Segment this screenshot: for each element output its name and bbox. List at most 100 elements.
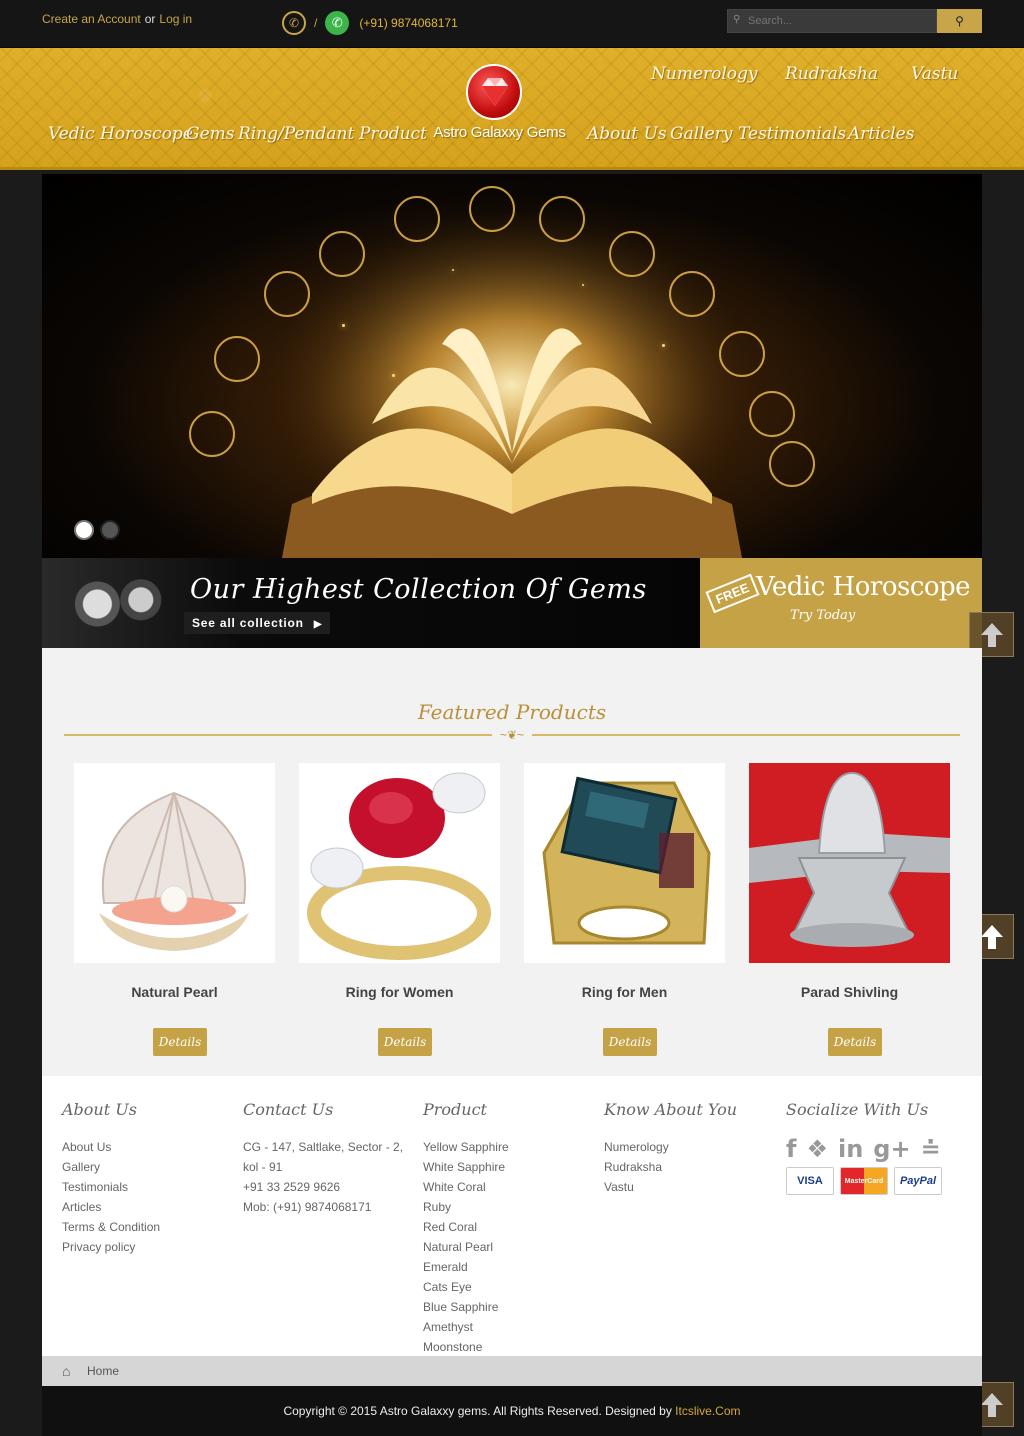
collection-title: Our Highest Collection Of Gems [190,574,647,605]
footer-link[interactable]: White Sapphire [423,1157,509,1177]
nav-vedic-horoscope[interactable]: Vedic Horoscope [48,124,193,144]
search-icon: ⚲ [955,14,964,28]
footer-link[interactable]: Gallery [62,1157,160,1177]
social-icons: f ❖ in g+ ≐ [786,1135,942,1163]
footer-link[interactable]: Rudraksha [604,1157,737,1177]
nav-numerology[interactable]: Numerology [651,64,758,84]
brand-logo[interactable]: Astro Galaxxy Gems [432,62,566,144]
product-name: Parad Shivling [800,984,899,1000]
breadcrumb-home[interactable]: Home [87,1364,119,1378]
details-button[interactable]: Details [603,1028,657,1056]
footer-link[interactable]: White Coral [423,1177,509,1197]
shivling-icon [749,763,950,963]
facebook-icon[interactable]: f [786,1135,796,1163]
footer-link[interactable]: Ruby [423,1197,509,1217]
pearl-shell-icon [99,791,249,951]
top-bar: Create an Account or Log in ✆ / ✆ (+91) 98… [0,0,1024,48]
footer-link[interactable]: Amethyst [423,1317,509,1337]
details-button[interactable]: Details [828,1028,882,1056]
details-button[interactable]: Details [153,1028,207,1056]
footer-link[interactable]: Yellow Sapphire [423,1137,509,1157]
footer-link[interactable]: Articles [62,1197,160,1217]
footer-link[interactable]: Natural Pearl [423,1237,509,1257]
footer-link[interactable]: About Us [62,1137,160,1157]
search-input[interactable] [727,9,937,33]
sparkle [342,324,345,327]
phone-icon: ✆ [282,11,306,35]
natural-pearl-image[interactable] [74,763,275,963]
rings-image [54,562,178,646]
twitter-icon[interactable]: ❖ [806,1135,828,1163]
gems-collection-banner[interactable]: Our Highest Collection Of Gems See all c… [42,558,700,648]
phone-number: (+91) 9874068171 [359,16,458,30]
footer-link[interactable]: Numerology [604,1137,737,1157]
create-account-link[interactable]: Create an Account [42,12,141,26]
ruby-gem-icon [466,64,522,120]
sparkle [582,284,584,286]
footer-know-column: Know About You Numerology Rudraksha Vast… [604,1100,737,1197]
mastercard-icon: MasterCard [840,1167,888,1195]
nav-testimonials[interactable]: Testimonials [738,124,846,144]
footer-link[interactable]: Blue Sapphire [423,1297,509,1317]
footer-link[interactable]: Emerald [423,1257,509,1277]
linkedin-icon[interactable]: in [838,1135,863,1163]
vedic-horoscope-title: Vedic Horoscope [756,572,971,602]
see-all-label: See all collection [192,616,304,630]
free-tag-icon: FREE [705,573,760,614]
nav-ring-pendant[interactable]: Ring/Pendant [238,124,354,144]
breadcrumb: ⌂ Home [42,1356,982,1386]
slider-dots [74,520,120,540]
parad-shivling-image[interactable] [749,763,950,963]
paypal-icon: PayPal [894,1167,942,1195]
footer-link[interactable]: Privacy policy [62,1237,160,1257]
brand-name: Astro Galaxxy Gems [433,124,566,141]
search-button[interactable]: ⚲ [937,9,982,33]
designer-link[interactable]: Itcslive.Com [675,1404,740,1418]
search-form: ⚲ ⚲ [727,9,982,33]
ring-for-women-image[interactable] [299,763,500,963]
footer-link[interactable]: Testimonials [62,1177,160,1197]
product-card: Natural Pearl Details [74,763,275,1056]
account-links: Create an Account or Log in [42,12,192,26]
footer-social-column: Socialize With Us f ❖ in g+ ≐ VISA Maste… [786,1100,942,1195]
arrow-up-icon [980,924,1003,949]
nav-gems[interactable]: Gems [186,124,235,144]
footer-heading: Know About You [604,1100,738,1119]
search-icon: ⚲ [733,14,741,25]
try-today-text: Try Today [790,608,856,623]
copyright-bar: Copyright © 2015 Astro Galaxxy gems. All… [42,1386,982,1436]
nav-rudraksha[interactable]: Rudraksha [785,64,878,84]
login-link[interactable]: Log in [159,12,192,26]
whatsapp-icon: ✆ [325,11,350,35]
google-plus-icon[interactable]: g+ [873,1135,910,1163]
nav-gallery[interactable]: Gallery [670,124,732,144]
nav-vastu[interactable]: Vastu [911,64,958,84]
nav-product[interactable]: Product [359,124,427,144]
slider-dot-1[interactable] [74,520,94,540]
vedic-horoscope-banner[interactable]: FREE Vedic Horoscope Try Today [700,558,982,648]
see-all-collection-link[interactable]: See all collection ▶ [184,612,331,634]
footer-link[interactable]: Terms & Condition [62,1217,160,1237]
details-button[interactable]: Details [378,1028,432,1056]
nav-about-us[interactable]: About Us [587,124,667,144]
arrow-up-icon [980,622,1003,647]
slider-dot-2[interactable] [100,520,120,540]
nav-articles[interactable]: Articles [848,124,914,144]
mobile-line: Mob: (+91) 9874068171 [243,1200,372,1214]
footer-link[interactable]: Cats Eye [423,1277,509,1297]
ring-for-men-image[interactable] [524,763,725,963]
rss-icon[interactable]: ≐ [921,1135,941,1163]
product-name: Ring for Women [345,984,454,1000]
footer-link[interactable]: Moonstone [423,1337,509,1357]
footer-heading: About Us [62,1100,137,1119]
footer-link[interactable]: Vastu [604,1177,737,1197]
product-name: Ring for Men [581,984,668,1000]
hero-slider[interactable] [42,174,982,558]
footer-product-column: Product Yellow Sapphire White Sapphire W… [423,1100,509,1357]
visa-icon: VISA [786,1167,834,1195]
footer-link[interactable]: Red Coral [423,1217,509,1237]
featured-heading: Featured Products [417,700,607,724]
payment-icons: VISA MasterCard PayPal [786,1167,942,1195]
home-icon[interactable]: ⌂ [62,1363,70,1379]
sparkle [392,374,395,377]
